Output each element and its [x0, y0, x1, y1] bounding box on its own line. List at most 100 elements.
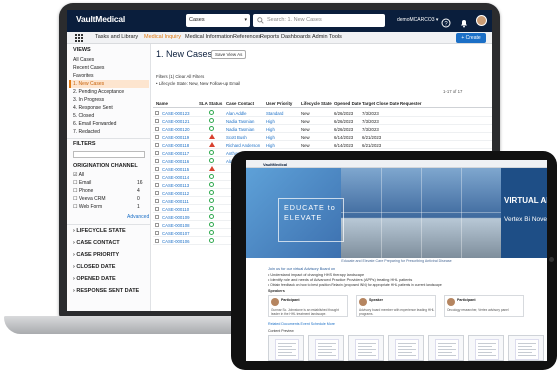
col-lifecycle-state[interactable]: Lifecycle State: [301, 101, 332, 106]
filter-channel-email[interactable]: ☐ Email: [73, 180, 91, 186]
bell-icon[interactable]: [459, 15, 469, 33]
case-id-link[interactable]: CASE-000107: [162, 231, 189, 236]
document-thumbnail[interactable]: [268, 335, 304, 361]
document-thumbnail[interactable]: [388, 335, 424, 361]
document-thumbnail[interactable]: [348, 335, 384, 361]
case-id-link[interactable]: CASE-000111: [162, 199, 189, 204]
filters-summary[interactable]: Filters (1) Clear All Filters: [156, 74, 204, 79]
filter-group-lifecycle-state[interactable]: › LIFECYCLE STATE: [73, 228, 126, 234]
sidebar-item-favorites[interactable]: Favorites: [73, 73, 94, 79]
case-id-link[interactable]: CASE-000123: [162, 111, 189, 116]
filter-group-case-contact[interactable]: › CASE CONTACT: [73, 240, 120, 246]
filter-group-closed-date[interactable]: › CLOSED DATE: [73, 264, 115, 270]
case-id-link[interactable]: CASE-000121: [162, 119, 189, 124]
case-id-link[interactable]: CASE-000120: [162, 127, 189, 132]
document-thumbnail[interactable]: [468, 335, 504, 361]
save-view-button[interactable]: Save View As: [211, 50, 247, 59]
case-contact-link[interactable]: Alan Addle: [226, 111, 247, 116]
case-id-link[interactable]: CASE-000119: [162, 135, 189, 140]
sidebar-item-response-sent[interactable]: 4. Response Sent: [73, 105, 113, 111]
case-id-link[interactable]: CASE-000112: [162, 191, 189, 196]
speaker-card[interactable]: Participant Gunnar Sc. Johnstone is an e…: [268, 295, 348, 317]
row-checkbox[interactable]: [155, 110, 159, 115]
col-target-close-date[interactable]: Target Close Date: [362, 101, 399, 106]
sidebar-item-closed[interactable]: 5. Closed: [73, 113, 94, 119]
nav-tasks-library[interactable]: Tasks and Library: [95, 34, 138, 40]
case-id-link[interactable]: CASE-000106: [162, 239, 189, 244]
case-contact-link[interactable]: Nadia Tasmian: [226, 127, 254, 132]
row-checkbox[interactable]: [155, 198, 159, 203]
speaker-card[interactable]: Speaker Advisory board member with exper…: [356, 295, 436, 317]
col-sla-status[interactable]: SLA Status: [199, 101, 222, 106]
case-contact-link[interactable]: Scott Bush: [226, 135, 247, 140]
row-checkbox[interactable]: [155, 150, 159, 155]
document-thumbnail[interactable]: [308, 335, 344, 361]
filter-group-opened-date[interactable]: › OPENED DATE: [73, 276, 116, 282]
row-checkbox[interactable]: [155, 166, 159, 171]
nav-reports[interactable]: Reports: [260, 34, 279, 40]
help-icon[interactable]: ?: [441, 15, 451, 33]
row-checkbox[interactable]: [155, 126, 159, 131]
col-user-priority[interactable]: User Priority: [266, 101, 292, 106]
case-id-link[interactable]: CASE-000117: [162, 151, 189, 156]
row-checkbox[interactable]: [155, 222, 159, 227]
col-case-contact[interactable]: Case Contact: [226, 101, 254, 106]
table-row[interactable]: CASE-000118 Richard Anderson High New 6/14/2…: [153, 141, 492, 149]
nav-references[interactable]: References: [233, 34, 261, 40]
case-id-link[interactable]: CASE-000114: [162, 175, 189, 180]
table-row[interactable]: CASE-000121 Nadia Tasmian High New 6/26/2023…: [153, 117, 492, 125]
col-opened-date[interactable]: Opened Date: [334, 101, 361, 106]
related-links[interactable]: Related Documents Event Schedule More: [268, 322, 335, 326]
user-menu[interactable]: demoMCARCO3 ▾: [397, 17, 438, 23]
row-checkbox[interactable]: [155, 174, 159, 179]
case-id-link[interactable]: CASE-000113: [162, 183, 189, 188]
row-checkbox[interactable]: [155, 214, 159, 219]
case-id-link[interactable]: CASE-000118: [162, 143, 189, 148]
sidebar-item-redacted[interactable]: 7. Redacted: [73, 129, 100, 135]
search-input[interactable]: Search: 1. New Cases: [253, 14, 385, 27]
app-grid-icon[interactable]: [75, 34, 83, 42]
col-requester[interactable]: Requester: [400, 101, 421, 106]
table-row[interactable]: CASE-000120 Nadia Tasmian High New 6/26/2023…: [153, 125, 492, 133]
filter-group-response-sent-date[interactable]: › RESPONSE SENT DATE: [73, 288, 139, 294]
document-thumbnail[interactable]: [508, 335, 544, 361]
filter-channel-veeva-crm[interactable]: ☐ Veeva CRM: [73, 196, 106, 202]
filter-group-case-priority[interactable]: › CASE PRIORITY: [73, 252, 119, 258]
sidebar-item-pending-acceptance[interactable]: 2. Pending Acceptance: [73, 89, 124, 95]
speaker-card[interactable]: Participant Oncology researcher, Vertex …: [444, 295, 524, 317]
sidebar-item-in-progress[interactable]: 3. In Progress: [73, 97, 104, 103]
avatar[interactable]: [476, 15, 487, 26]
document-thumbnail[interactable]: [428, 335, 464, 361]
case-contact-link[interactable]: Nadia Tasmian: [226, 119, 254, 124]
case-id-link[interactable]: CASE-000116: [162, 159, 189, 164]
case-id-link[interactable]: CASE-000110: [162, 207, 189, 212]
sidebar-item-email-forwarded[interactable]: 6. Email Forwarded: [73, 121, 116, 127]
col-name[interactable]: Name: [156, 101, 168, 106]
lifecycle-filter-chip[interactable]: • Lifecycle State: New, New Follow-up Em…: [156, 81, 240, 86]
filter-search-input[interactable]: [73, 151, 145, 158]
case-id-link[interactable]: CASE-000109: [162, 215, 189, 220]
table-row[interactable]: CASE-000123 Alan Addle Standard New 6/26/202…: [153, 109, 492, 117]
scope-select[interactable]: Cases ▾: [186, 14, 250, 27]
row-checkbox[interactable]: [155, 206, 159, 211]
row-checkbox[interactable]: [155, 190, 159, 195]
filter-channel-web-form[interactable]: ☐ Web Form: [73, 204, 102, 210]
nav-dashboards[interactable]: Dashboards: [281, 34, 311, 40]
filter-channel-all[interactable]: ☑ All: [73, 172, 84, 178]
row-checkbox[interactable]: [155, 230, 159, 235]
table-row[interactable]: CASE-000119 Scott Bush High New 6/14/2023 6/2…: [153, 133, 492, 141]
nav-admin-tools[interactable]: Admin Tools: [312, 34, 342, 40]
create-button[interactable]: + Create: [456, 33, 486, 43]
advanced-link[interactable]: Advanced: [127, 214, 149, 220]
nav-medical-information[interactable]: Medical Information: [185, 34, 233, 40]
case-contact-link[interactable]: Richard Anderson: [226, 143, 260, 148]
row-checkbox[interactable]: [155, 182, 159, 187]
row-checkbox[interactable]: [155, 134, 159, 139]
row-checkbox[interactable]: [155, 158, 159, 163]
nav-medical-inquiry[interactable]: Medical Inquiry: [144, 34, 181, 40]
sidebar-item-all-cases[interactable]: All Cases: [73, 57, 94, 63]
case-id-link[interactable]: CASE-000115: [162, 167, 189, 172]
sidebar-item-new-cases[interactable]: 1. New Cases: [73, 81, 104, 87]
case-id-link[interactable]: CASE-000108: [162, 223, 189, 228]
filter-channel-phone[interactable]: ☐ Phone: [73, 188, 93, 194]
